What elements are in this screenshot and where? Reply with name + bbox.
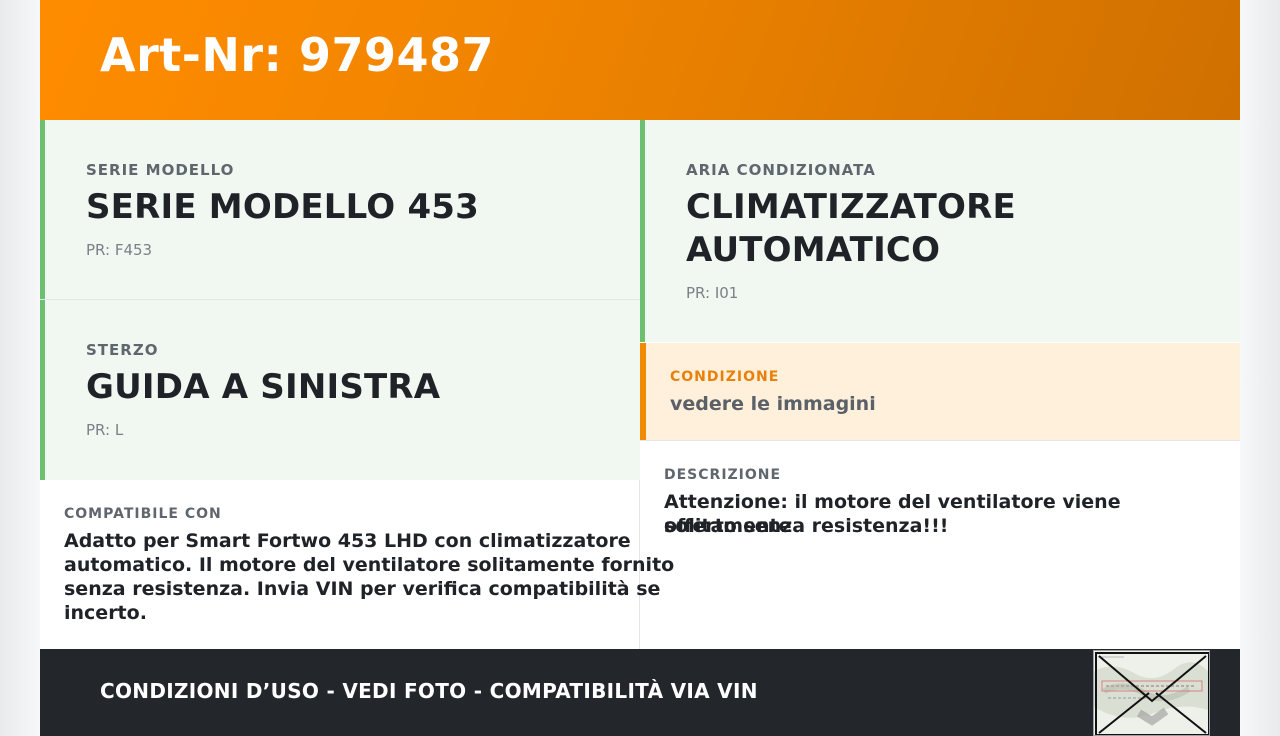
header-banner: Art-Nr: 979487: [40, 0, 1240, 120]
card-value: GUIDA A SINISTRA: [86, 367, 441, 407]
card-pr-code: PR: I01: [686, 284, 739, 302]
card-pr-code: PR: L: [86, 421, 124, 439]
article-number-title: Art-Nr: 979487: [100, 28, 495, 82]
divider: [640, 440, 1240, 441]
footer-text: CONDIZIONI D’USO - VEDI FOTO - COMPATIBI…: [100, 679, 758, 703]
card-sterzo: STERZO GUIDA A SINISTRA PR: L: [40, 300, 640, 480]
card-pr-code: PR: F453: [86, 241, 153, 259]
card-label: ARIA CONDIZIONATA: [686, 161, 876, 179]
card-serie-modello: SERIE MODELLO SERIE MODELLO 453 PR: F453: [40, 120, 640, 300]
condition-box: CONDIZIONE vedere le immagini: [640, 343, 1240, 440]
description-label: DESCRIZIONE: [664, 467, 782, 483]
card-value: SERIE MODELLO 453: [86, 187, 480, 227]
compatible-line: senza resistenza. Invia VIN per verifica…: [64, 578, 661, 600]
footer-bar: CONDIZIONI D’USO - VEDI FOTO - COMPATIBI…: [40, 649, 1240, 736]
compatible-line: incerto.: [64, 602, 147, 624]
card-label: STERZO: [86, 341, 159, 359]
compatible-line: Adatto per Smart Fortwo 453 LHD con clim…: [64, 530, 631, 552]
card-aria-condizionata: ARIA CONDIZIONATA CLIMATIZZATORE AUTOMAT…: [640, 120, 1240, 342]
card-value-line1: CLIMATIZZATORE: [686, 187, 1016, 227]
part-label-photo-icon[interactable]: [1093, 650, 1210, 736]
description-line: offerto senza resistenza!!!: [664, 515, 949, 537]
compatible-label: COMPATIBILE CON: [64, 506, 222, 522]
card-label: SERIE MODELLO: [86, 161, 235, 179]
condition-label: CONDIZIONE: [670, 369, 780, 385]
compatible-line: automatico. Il motore del ventilatore so…: [64, 554, 675, 576]
product-sheet: Art-Nr: 979487 SERIE MODELLO SERIE MODEL…: [40, 0, 1240, 736]
condition-text: vedere le immagini: [670, 393, 876, 415]
card-value-line2: AUTOMATICO: [686, 230, 941, 270]
